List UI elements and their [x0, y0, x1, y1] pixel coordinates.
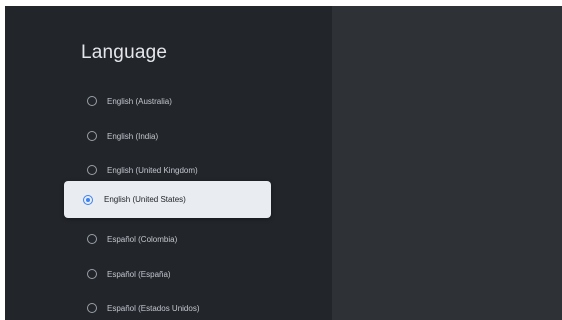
tv-screen: Language English (Australia) English (In…	[5, 6, 562, 320]
radio-button-icon[interactable]	[87, 269, 97, 279]
language-option[interactable]: English (India)	[63, 119, 271, 153]
language-option[interactable]: English (Australia)	[63, 84, 271, 118]
language-option-label: Español (España)	[107, 269, 171, 279]
language-option[interactable]: Español (Estados Unidos)	[63, 291, 271, 320]
settings-panel: Language English (Australia) English (In…	[5, 6, 332, 320]
content-area	[332, 6, 562, 320]
language-option-selected[interactable]: English (United States)	[64, 181, 271, 218]
radio-button-icon[interactable]	[87, 131, 97, 141]
language-option[interactable]: Español (España)	[63, 257, 271, 291]
language-option-label: English (United Kingdom)	[107, 165, 198, 175]
radio-button-selected-icon[interactable]	[83, 194, 93, 205]
language-option-label: English (India)	[107, 131, 159, 141]
language-option-label: Español (Colombia)	[107, 234, 178, 244]
language-option-label: English (United States)	[104, 195, 186, 204]
language-option-label: Español (Estados Unidos)	[107, 303, 200, 313]
language-list: English (Australia) English (India) Engl…	[5, 6, 332, 320]
language-option-label: English (Australia)	[107, 96, 172, 106]
radio-button-icon[interactable]	[87, 234, 97, 244]
radio-button-icon[interactable]	[87, 303, 97, 313]
radio-button-icon[interactable]	[87, 96, 97, 106]
language-option[interactable]: Español (Colombia)	[63, 222, 271, 256]
radio-button-icon[interactable]	[87, 165, 97, 175]
